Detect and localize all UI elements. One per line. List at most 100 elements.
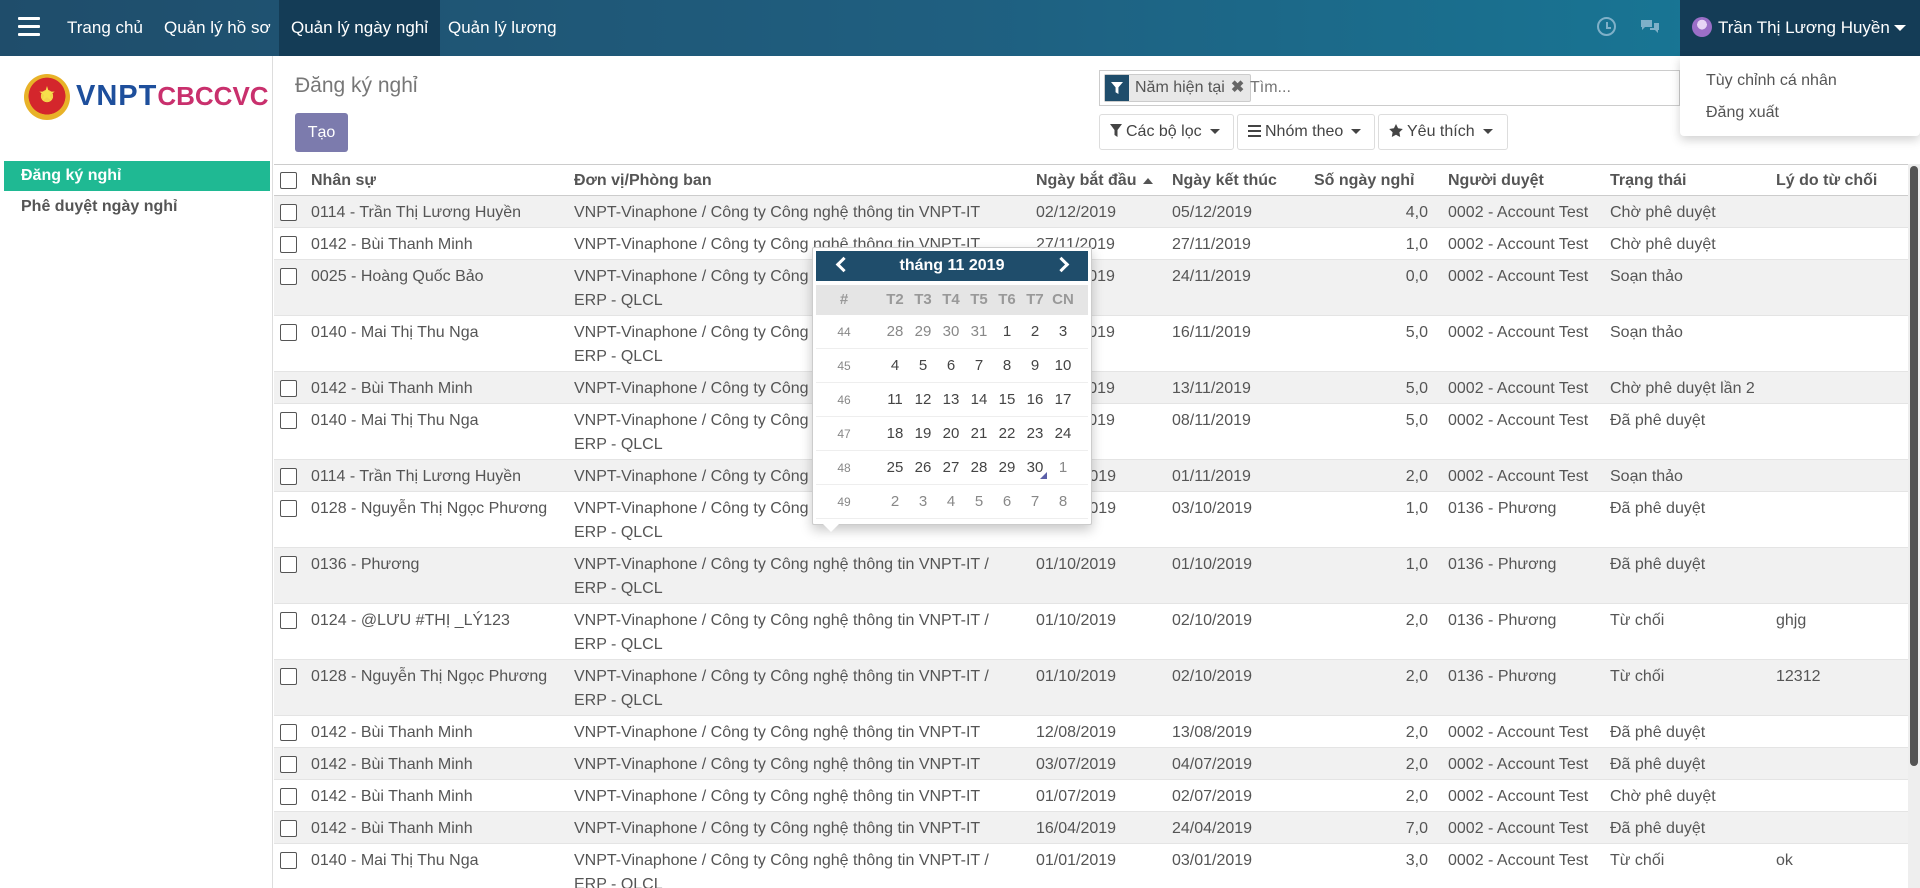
row-checkbox[interactable] [280,500,297,517]
datepicker-day[interactable]: 30 [937,315,965,349]
datepicker-day[interactable]: 15 [993,383,1021,417]
datepicker-day[interactable]: 8 [1049,485,1077,519]
datepicker-day[interactable]: 19 [909,417,937,451]
datepicker-month-title[interactable]: tháng 11 2019 [816,251,1088,281]
groupby-dropdown-button[interactable]: Nhóm theo [1237,114,1375,150]
table-row[interactable]: 0142 - Bùi Thanh Minh VNPT-Vinaphone / Cô… [274,716,1910,748]
row-checkbox[interactable] [280,788,297,805]
table-row[interactable]: 0124 - @LƯU #THỊ _LÝ123 VNPT-Vinaphone / … [274,604,1910,660]
row-checkbox[interactable] [280,668,297,685]
datepicker-day[interactable]: 28 [965,451,993,485]
datepicker-day[interactable]: 3 [909,485,937,519]
table-row[interactable]: 0142 - Bùi Thanh Minh VNPT-Vinaphone / Cô… [274,372,1910,404]
datepicker-day[interactable]: 2 [881,485,909,519]
nav-leave-management[interactable]: Quản lý ngày nghỉ [279,0,441,56]
filters-dropdown-button[interactable]: Các bộ lọc [1099,114,1234,150]
row-checkbox[interactable] [280,724,297,741]
datepicker-day[interactable]: 16 [1021,383,1049,417]
table-row[interactable]: 0142 - Bùi Thanh Minh VNPT-Vinaphone / Cô… [274,748,1910,780]
table-row[interactable]: 0025 - Hoàng Quốc Bảo VNPT-Vinaphone / Cô… [274,260,1910,316]
datepicker-day[interactable]: 24 [1049,417,1077,451]
table-row[interactable]: 0136 - Phương VNPT-Vinaphone / Công ty Cô… [274,548,1910,604]
row-checkbox[interactable] [280,756,297,773]
row-checkbox[interactable] [280,380,297,397]
datepicker-day[interactable]: 20 [937,417,965,451]
nav-home[interactable]: Trang chủ [55,0,155,56]
datepicker-day[interactable]: 21 [965,417,993,451]
datepicker-day[interactable]: 5 [965,485,993,519]
remove-facet-icon[interactable]: ✖ [1231,75,1244,101]
vertical-scrollbar[interactable] [1908,164,1920,888]
nav-hr-records[interactable]: Quản lý hồ sơ [152,0,283,56]
nav-payroll[interactable]: Quản lý lương [436,0,569,56]
datepicker-day[interactable]: 29 [909,315,937,349]
datepicker-day[interactable]: 6 [937,349,965,383]
datepicker-day[interactable]: 31 [965,315,993,349]
table-row[interactable]: 0142 - Bùi Thanh Minh VNPT-Vinaphone / Cô… [274,780,1910,812]
datepicker-day[interactable]: 25 [881,451,909,485]
row-checkbox[interactable] [280,412,297,429]
table-row[interactable]: 0128 - Nguyễn Thị Ngọc Phương VNPT-Vinaph… [274,660,1910,716]
datepicker-day[interactable]: 28 [881,315,909,349]
sidebar-item-register-leave[interactable]: Đăng ký nghỉ [4,161,270,191]
col-end-date[interactable]: Ngày kết thúc [1172,165,1277,197]
menu-item-logout[interactable]: Đăng xuất [1706,104,1779,122]
datepicker-day[interactable]: 12 [909,383,937,417]
table-row[interactable]: 0142 - Bùi Thanh Minh VNPT-Vinaphone / Cô… [274,228,1910,260]
col-days[interactable]: Số ngày nghỉ [1314,165,1414,197]
row-checkbox[interactable] [280,612,297,629]
table-row[interactable]: 0140 - Mai Thị Thu Nga VNPT-Vinaphone / C… [274,316,1910,372]
datepicker-day[interactable]: 18 [881,417,909,451]
scrollbar-thumb[interactable] [1910,166,1918,766]
datepicker-day[interactable]: 17 [1049,383,1077,417]
row-checkbox[interactable] [280,468,297,485]
datepicker-day[interactable]: 1 [1049,451,1077,485]
table-row[interactable]: 0114 - Trần Thị Lương Huyền VNPT-Vinaphon… [274,196,1910,228]
select-all-checkbox[interactable] [280,172,297,189]
datepicker-day[interactable]: 26 [909,451,937,485]
datepicker-day[interactable]: 2 [1021,315,1049,349]
user-menu[interactable]: Trần Thị Lương Huyền [1680,0,1920,56]
row-checkbox[interactable] [280,820,297,837]
menu-item-preferences[interactable]: Tùy chỉnh cá nhân [1706,72,1837,90]
col-start-date[interactable]: Ngày bắt đầu [1036,165,1154,197]
datepicker-day[interactable]: 8 [993,349,1021,383]
create-button[interactable]: Tạo [295,113,348,152]
col-reject-reason[interactable]: Lý do từ chối [1776,165,1877,197]
row-checkbox[interactable] [280,236,297,253]
datepicker-day[interactable]: 4 [937,485,965,519]
chat-icon[interactable] [1639,17,1661,37]
col-unit[interactable]: Đơn vị/Phòng ban [574,165,712,197]
table-row[interactable]: 0128 - Nguyễn Thị Ngọc Phương VNPT-Vinaph… [274,492,1910,548]
col-approver[interactable]: Người duyệt [1448,165,1544,197]
row-checkbox[interactable] [280,556,297,573]
table-row[interactable]: 0140 - Mai Thị Thu Nga VNPT-Vinaphone / C… [274,844,1910,888]
datepicker-day[interactable]: 30 [1021,451,1049,485]
datepicker-day[interactable]: 7 [1021,485,1049,519]
datepicker-day[interactable]: 13 [937,383,965,417]
datepicker-day[interactable]: 23 [1021,417,1049,451]
activity-clock-icon[interactable] [1597,17,1616,36]
row-checkbox[interactable] [280,268,297,285]
datepicker-day[interactable]: 5 [909,349,937,383]
datepicker-day[interactable]: 6 [993,485,1021,519]
datepicker-day[interactable]: 11 [881,383,909,417]
datepicker-day[interactable]: 9 [1021,349,1049,383]
datepicker-day[interactable]: 22 [993,417,1021,451]
datepicker-day[interactable]: 27 [937,451,965,485]
datepicker-day[interactable]: 4 [881,349,909,383]
col-employee[interactable]: Nhân sự [311,165,376,197]
search-input[interactable] [1250,71,1650,105]
favorites-dropdown-button[interactable]: Yêu thích [1378,114,1508,150]
datepicker-day[interactable]: 29 [993,451,1021,485]
row-checkbox[interactable] [280,324,297,341]
table-row[interactable]: 0140 - Mai Thị Thu Nga VNPT-Vinaphone / C… [274,404,1910,460]
datepicker-day[interactable]: 10 [1049,349,1077,383]
datepicker-day[interactable]: 1 [993,315,1021,349]
datepicker-day[interactable]: 3 [1049,315,1077,349]
datepicker-day[interactable]: 14 [965,383,993,417]
table-row[interactable]: 0114 - Trần Thị Lương Huyền VNPT-Vinaphon… [274,460,1910,492]
row-checkbox[interactable] [280,204,297,221]
table-row[interactable]: 0142 - Bùi Thanh Minh VNPT-Vinaphone / Cô… [274,812,1910,844]
sidebar-item-approve-leave[interactable]: Phê duyệt ngày nghỉ [4,192,270,222]
